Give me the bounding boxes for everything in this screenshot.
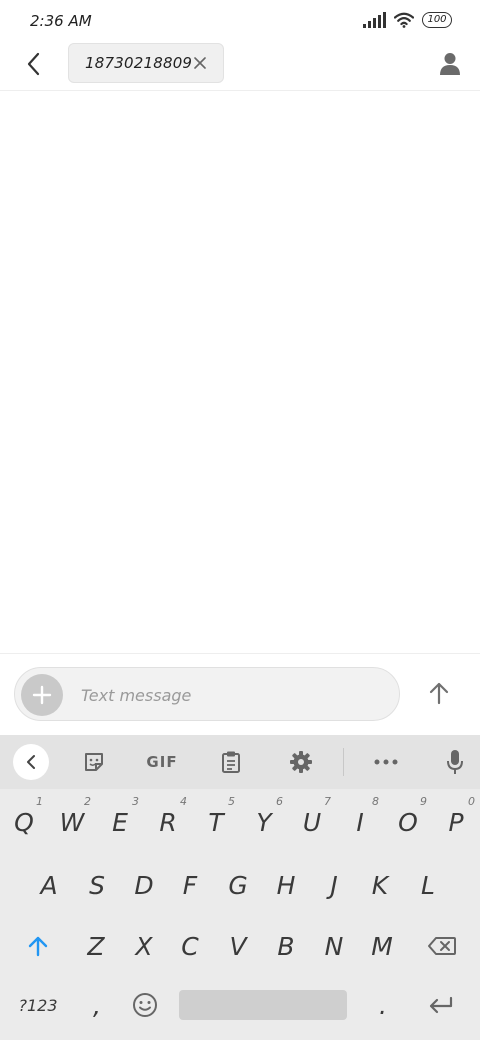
recipient-chip[interactable]: 18730218809 xyxy=(68,43,224,83)
key-x[interactable]: X xyxy=(121,916,167,976)
key-r[interactable]: R4 xyxy=(145,792,191,852)
key-y[interactable]: Y6 xyxy=(241,792,287,852)
emoji-key[interactable] xyxy=(122,977,168,1033)
back-arrow-icon xyxy=(27,52,40,76)
back-button[interactable] xyxy=(18,48,50,80)
shift-key[interactable] xyxy=(14,916,62,976)
message-input[interactable] xyxy=(81,678,381,712)
recipient-number: 18730218809 xyxy=(85,54,193,72)
sticker-icon xyxy=(85,753,103,771)
key-f[interactable]: F xyxy=(167,855,213,915)
key-d[interactable]: D xyxy=(121,855,167,915)
key-j[interactable]: J xyxy=(311,855,357,915)
wifi-icon xyxy=(394,12,414,28)
enter-icon xyxy=(429,996,453,1014)
clipboard-button[interactable] xyxy=(216,744,246,780)
remove-recipient-button[interactable] xyxy=(191,54,209,72)
key-h[interactable]: H xyxy=(263,855,309,915)
emoji-icon xyxy=(133,993,157,1017)
key-v[interactable]: V xyxy=(215,916,261,976)
key-p[interactable]: P0 xyxy=(433,792,479,852)
shift-icon xyxy=(28,936,48,957)
key-g[interactable]: G xyxy=(215,855,261,915)
clipboard-icon xyxy=(222,751,240,773)
status-time: 2:36 AM xyxy=(30,12,92,30)
conversation-header: 18730218809 xyxy=(0,40,480,90)
key-q[interactable]: Q1 xyxy=(1,792,47,852)
battery-level: 100 xyxy=(427,14,447,25)
more-icon xyxy=(374,759,398,765)
key-n[interactable]: N xyxy=(311,916,357,976)
more-button[interactable] xyxy=(370,744,402,780)
up-arrow-icon xyxy=(429,682,449,705)
status-icons: 100 xyxy=(363,12,452,28)
key-c[interactable]: C xyxy=(167,916,213,976)
key-s[interactable]: S xyxy=(74,855,120,915)
plus-icon xyxy=(32,685,52,705)
key-b[interactable]: B xyxy=(263,916,309,976)
voice-input-button[interactable] xyxy=(440,744,470,780)
comma-key[interactable]: , xyxy=(74,977,120,1033)
key-l[interactable]: L xyxy=(405,855,451,915)
key-u[interactable]: U7 xyxy=(289,792,335,852)
key-z[interactable]: Z xyxy=(73,916,119,976)
status-bar: 2:36 AM 100 xyxy=(0,0,480,44)
person-icon xyxy=(440,53,460,75)
compose-box xyxy=(14,667,400,721)
key-t[interactable]: T5 xyxy=(193,792,239,852)
key-m[interactable]: M xyxy=(359,916,405,976)
message-list[interactable] xyxy=(0,91,480,653)
send-button[interactable] xyxy=(418,672,460,714)
toolbar-separator xyxy=(343,748,344,776)
key-k[interactable]: K xyxy=(357,855,403,915)
enter-key[interactable] xyxy=(416,977,466,1033)
microphone-icon xyxy=(447,750,463,774)
compose-divider xyxy=(0,653,480,654)
backspace-icon xyxy=(428,937,456,955)
gif-button[interactable]: GIF xyxy=(142,744,182,780)
signal-icon xyxy=(363,12,386,28)
keyboard: GIF Q 1 W 2 E 3 R 4 T 5 Y 6 U 7 I 8 O 9 … xyxy=(0,735,480,1040)
space-bar[interactable] xyxy=(179,990,347,1020)
key-i[interactable]: I8 xyxy=(337,792,383,852)
gear-icon xyxy=(290,751,312,773)
symbols-key[interactable]: ?123 xyxy=(8,977,68,1033)
keyboard-toolbar: GIF xyxy=(0,735,480,789)
period-key[interactable]: . xyxy=(360,977,406,1033)
key-a[interactable]: A xyxy=(26,855,72,915)
settings-button[interactable] xyxy=(286,744,316,780)
add-attachment-button[interactable] xyxy=(21,674,63,716)
collapse-toolbar-button[interactable] xyxy=(13,744,49,780)
key-e[interactable]: E3 xyxy=(97,792,143,852)
close-icon xyxy=(194,57,206,69)
chevron-left-icon xyxy=(27,755,35,769)
key-w[interactable]: W2 xyxy=(49,792,95,852)
backspace-key[interactable] xyxy=(418,916,466,976)
battery-icon: 100 xyxy=(422,12,452,28)
sticker-button[interactable] xyxy=(78,744,110,780)
key-o[interactable]: O9 xyxy=(385,792,431,852)
add-contact-button[interactable] xyxy=(434,48,466,80)
